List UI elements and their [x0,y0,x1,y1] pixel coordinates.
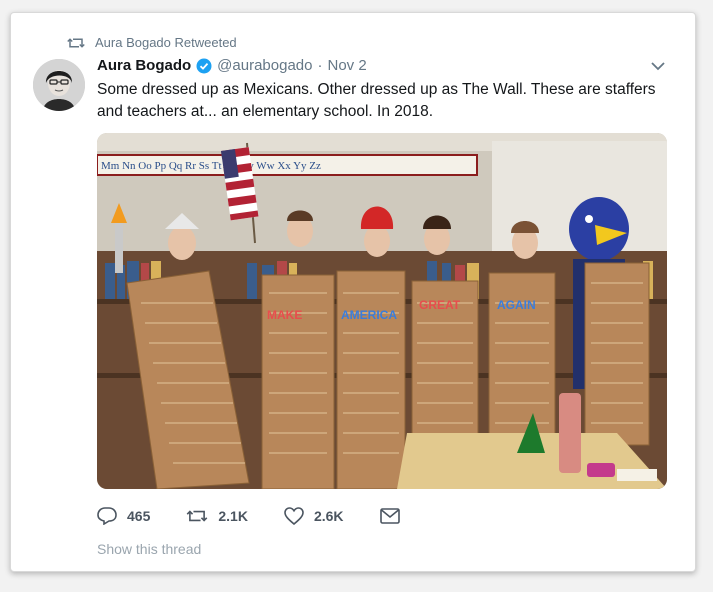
tweet-photo[interactable]: Mm Nn Oo Pp Qq Rr Ss Tt Uu Vv Ww Xx Yy Z… [97,133,667,489]
separator-dot: · [317,57,323,74]
like-count: 2.6K [313,508,344,524]
avatar-image [33,59,85,111]
tweet-actions: 465 2.1K 2.6K [97,507,436,525]
retweet-header: Aura Bogado Retweeted [67,35,237,50]
alphabet-strip: Mm Nn Oo Pp Qq Rr Ss Tt Uu Vv Ww Xx Yy Z… [101,160,321,172]
wall-letters-america: AMERICA [341,308,397,322]
show-thread-link[interactable]: Show this thread [97,541,201,557]
heart-icon [284,507,304,525]
retweet-icon [187,510,208,522]
reply-count: 465 [127,508,151,524]
tweet-text: Some dressed up as Mexicans. Other dress… [97,81,656,120]
avatar[interactable] [33,59,85,111]
retweet-count: 2.1K [218,508,248,524]
reply-icon [97,507,117,525]
dm-button[interactable] [379,508,400,524]
photo-scene: Mm Nn Oo Pp Qq Rr Ss Tt Uu Vv Ww Xx Yy Z… [97,133,667,489]
chevron-down-icon[interactable] [651,61,665,71]
reply-button[interactable]: 465 [97,507,150,525]
wall-letters-great: GREAT [419,298,461,312]
wall-letters-make: MAKE [267,308,302,322]
verified-icon [196,58,212,73]
retweet-button[interactable]: 2.1K [186,508,248,524]
author-handle[interactable]: @aurabogado [217,57,312,74]
retweet-header-text[interactable]: Aura Bogado Retweeted [95,35,237,50]
tweet-card[interactable]: Aura Bogado Retweeted Aura Bogado @aurab… [10,12,696,572]
like-button[interactable]: 2.6K [284,507,344,525]
wall-letters-again: AGAIN [497,298,536,312]
retweet-icon [67,37,85,48]
tweet-date[interactable]: Nov 2 [327,57,366,74]
tweet-header: Aura Bogado @aurabogado · Nov 2 [97,57,667,74]
dm-icon [379,508,400,524]
author-name[interactable]: Aura Bogado [97,57,191,74]
